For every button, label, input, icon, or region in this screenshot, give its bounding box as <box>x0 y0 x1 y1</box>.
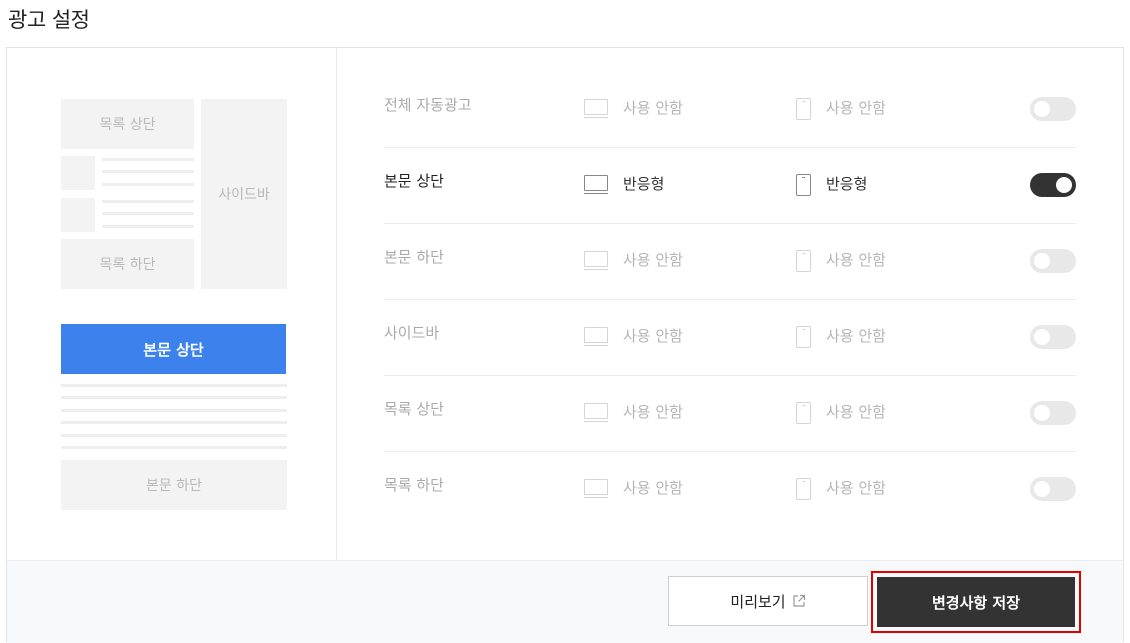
save-changes-button[interactable]: 변경사항 저장 <box>877 577 1075 627</box>
mobile-ad-type[interactable]: 반응형 <box>826 173 867 194</box>
mobile-ad-type[interactable]: 사용 안함 <box>826 249 886 270</box>
preview-line <box>102 183 194 186</box>
mobile-icon <box>796 98 811 120</box>
ad-settings-panel: 목록 상단 사이드바 목록 하단 본문 상단 본문 하단 전체 자동광고 사용 … <box>6 47 1124 643</box>
preview-sidebar: 사이드바 <box>201 99 287 289</box>
preview-body-line <box>61 446 287 449</box>
toggle-switch[interactable] <box>1030 97 1076 121</box>
setting-row-sidebar: 사이드바 사용 안함 사용 안함 <box>384 300 1076 376</box>
mobile-icon <box>796 478 811 500</box>
mobile-ad-type[interactable]: 사용 안함 <box>826 401 886 422</box>
toggle-knob <box>1034 405 1050 421</box>
monitor-icon <box>584 403 608 423</box>
toggle-knob <box>1034 101 1050 117</box>
setting-row-body-bottom: 본문 하단 사용 안함 사용 안함 <box>384 224 1076 300</box>
toggle-switch[interactable] <box>1030 401 1076 425</box>
monitor-icon <box>584 175 608 195</box>
preview-body-line <box>61 396 287 399</box>
preview-body-line <box>61 384 287 387</box>
external-link-icon <box>792 594 805 607</box>
action-footer: 미리보기 변경사항 저장 <box>7 560 1123 643</box>
mobile-ad-type[interactable]: 사용 안함 <box>826 477 886 498</box>
preview-body-bottom: 본문 하단 <box>61 460 287 510</box>
setting-row-list-top: 목록 상단 사용 안함 사용 안함 <box>384 376 1076 452</box>
preview-line <box>102 158 194 161</box>
toggle-knob <box>1056 177 1072 193</box>
page-title: 광고 설정 <box>8 8 90 32</box>
monitor-icon <box>584 251 608 271</box>
ad-position-settings: 전체 자동광고 사용 안함 사용 안함 본문 상단 반응형 반응형 본문 하단 … <box>338 48 1124 560</box>
row-label: 목록 하단 <box>384 476 444 494</box>
preview-button-label: 미리보기 <box>730 592 786 611</box>
mobile-ad-type[interactable]: 사용 안함 <box>826 97 886 118</box>
toggle-switch[interactable] <box>1030 325 1076 349</box>
pc-ad-type[interactable]: 반응형 <box>623 173 664 194</box>
row-label: 사이드바 <box>384 324 440 342</box>
preview-list-top: 목록 상단 <box>61 99 194 149</box>
setting-row-body-top: 본문 상단 반응형 반응형 <box>384 148 1076 224</box>
row-label: 전체 자동광고 <box>384 96 472 114</box>
preview-line <box>102 170 194 173</box>
pc-ad-type[interactable]: 사용 안함 <box>623 97 683 118</box>
toggle-knob <box>1034 253 1050 269</box>
save-button-highlight: 변경사항 저장 <box>871 571 1081 633</box>
monitor-icon <box>584 99 608 119</box>
pc-ad-type[interactable]: 사용 안함 <box>623 325 683 346</box>
row-label: 본문 상단 <box>384 172 444 190</box>
mobile-icon <box>796 326 811 348</box>
toggle-switch[interactable] <box>1030 173 1076 197</box>
monitor-icon <box>584 479 608 499</box>
preview-line <box>102 200 194 203</box>
toggle-switch[interactable] <box>1030 477 1076 501</box>
toggle-switch[interactable] <box>1030 249 1076 273</box>
setting-row-list-bottom: 목록 하단 사용 안함 사용 안함 <box>384 452 1076 528</box>
preview-line <box>102 225 194 228</box>
pc-ad-type[interactable]: 사용 안함 <box>623 249 683 270</box>
preview-body-top-active: 본문 상단 <box>61 324 286 374</box>
row-label: 본문 하단 <box>384 248 444 266</box>
pc-ad-type[interactable]: 사용 안함 <box>623 477 683 498</box>
mobile-icon <box>796 250 811 272</box>
setting-row-auto-ads: 전체 자동광고 사용 안함 사용 안함 <box>384 72 1076 148</box>
toggle-knob <box>1034 481 1050 497</box>
preview-list-bottom: 목록 하단 <box>61 239 194 289</box>
layout-preview: 목록 상단 사이드바 목록 하단 본문 상단 본문 하단 <box>7 48 337 560</box>
preview-body-line <box>61 421 287 424</box>
row-label: 목록 상단 <box>384 400 444 418</box>
preview-thumbnail <box>61 198 95 232</box>
toggle-knob <box>1034 329 1050 345</box>
preview-body-line <box>61 409 287 412</box>
monitor-icon <box>584 327 608 347</box>
mobile-ad-type[interactable]: 사용 안함 <box>826 325 886 346</box>
preview-thumbnail <box>61 156 95 190</box>
preview-line <box>102 212 194 215</box>
preview-body-line <box>61 434 287 437</box>
mobile-icon <box>796 174 811 196</box>
preview-button[interactable]: 미리보기 <box>668 576 868 626</box>
pc-ad-type[interactable]: 사용 안함 <box>623 401 683 422</box>
mobile-icon <box>796 402 811 424</box>
